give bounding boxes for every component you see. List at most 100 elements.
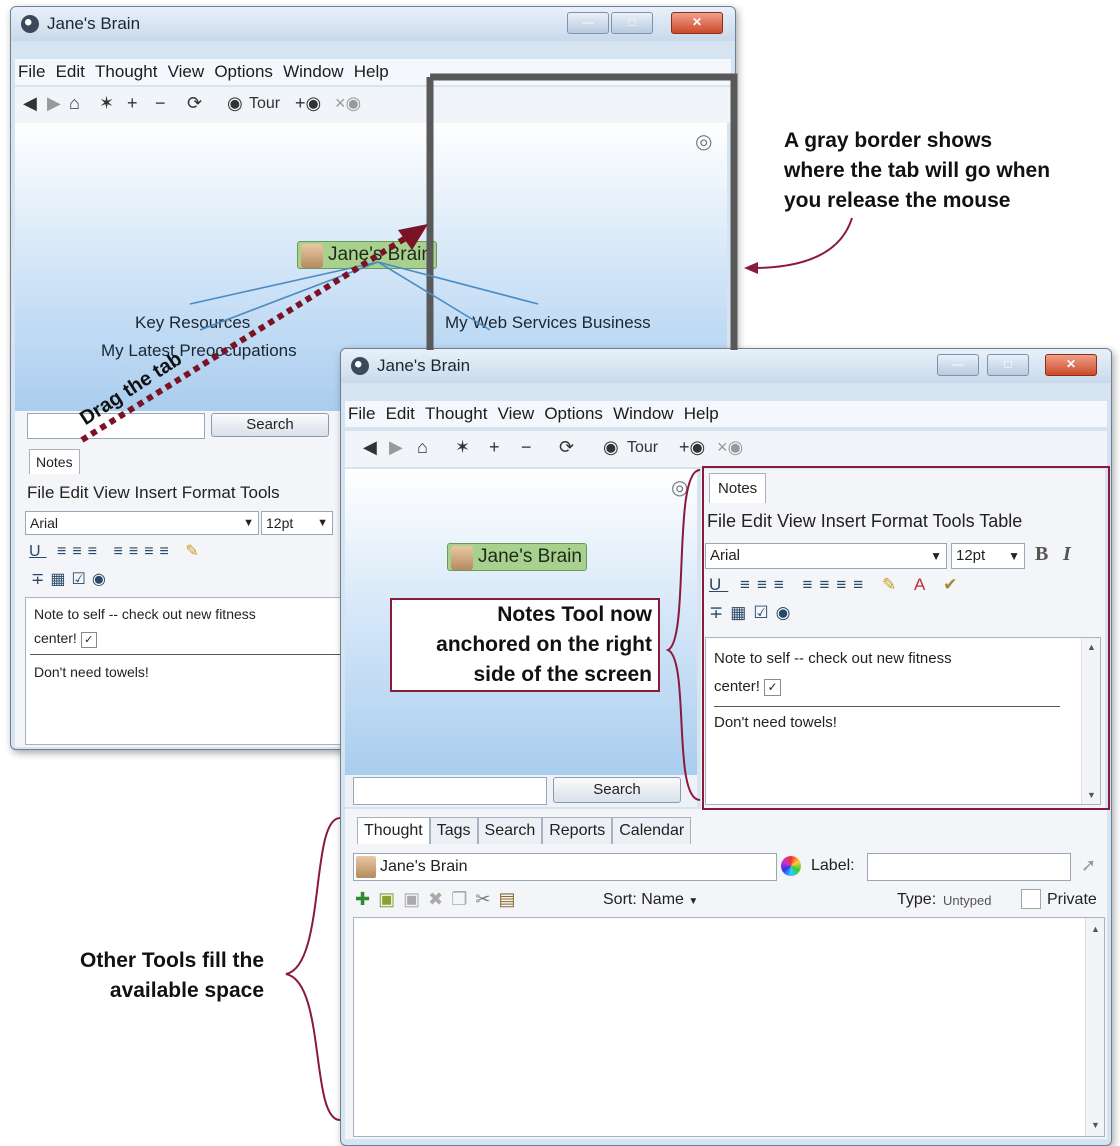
tab-reports[interactable]: Reports <box>542 817 613 844</box>
delete-icon[interactable]: ✖ <box>428 889 451 909</box>
tab-search[interactable]: Search <box>477 817 543 844</box>
tab-thought[interactable]: Thought <box>357 817 430 844</box>
plex-settings-icon[interactable]: ◎ <box>695 129 712 154</box>
back-search-button[interactable]: Search <box>211 413 329 437</box>
menu-view[interactable]: View <box>165 59 208 82</box>
tour-label[interactable]: Tour <box>627 439 658 457</box>
link-icon[interactable]: ▣ <box>403 889 428 909</box>
remove-icon[interactable]: − <box>521 437 532 458</box>
label-pin-icon[interactable]: ➚ <box>1081 855 1096 876</box>
close-button[interactable]: ✕ <box>671 12 723 34</box>
menu-help[interactable]: Help <box>351 59 392 82</box>
notes-menu-file[interactable]: File <box>27 483 54 502</box>
add-child-icon[interactable]: ✚ <box>355 889 378 909</box>
menu-edit[interactable]: Edit <box>383 401 418 424</box>
back-font-select[interactable]: Arial ▼ <box>25 511 259 535</box>
back-central-thought[interactable]: Jane's Brain <box>297 241 437 269</box>
menu-thought[interactable]: Thought <box>92 59 160 82</box>
notes-menu-tools[interactable]: Tools <box>240 483 280 502</box>
align-left-icon[interactable]: ≡ <box>57 543 72 560</box>
add-brain-icon[interactable]: +◉ <box>679 437 705 458</box>
refresh-icon[interactable]: ⟳ <box>559 437 574 458</box>
private-checkbox[interactable] <box>1021 889 1041 909</box>
back-search-input[interactable] <box>27 413 205 439</box>
highlight-icon[interactable]: ✎ <box>185 543 204 560</box>
number-list-icon[interactable]: ≡ <box>129 543 144 560</box>
type-value[interactable]: Untyped <box>943 893 991 908</box>
tour-icon[interactable]: ◉ <box>603 437 619 458</box>
notes-menu-insert[interactable]: Insert <box>134 483 177 502</box>
menu-file[interactable]: File <box>15 59 48 82</box>
notes-menu-edit[interactable]: Edit <box>59 483 88 502</box>
paste-icon[interactable]: ▤ <box>498 889 523 909</box>
notes-menu-format[interactable]: Format <box>182 483 236 502</box>
copy-icon[interactable]: ❐ <box>451 889 475 909</box>
menu-edit[interactable]: Edit <box>53 59 88 82</box>
network-icon[interactable]: ✶ <box>99 93 114 114</box>
maximize-button[interactable]: □ <box>987 354 1029 376</box>
forward-arrow-icon[interactable]: ▶ <box>47 93 61 114</box>
menu-view[interactable]: View <box>495 401 538 424</box>
sort-dropdown[interactable]: Sort: Name ▼ <box>603 891 698 909</box>
back-notes-tab[interactable]: Notes <box>29 449 80 474</box>
scroll-up-icon[interactable]: ▲ <box>1091 924 1100 934</box>
thought-notes-area[interactable]: ▲ ▼ <box>353 917 1105 1137</box>
underline-icon[interactable]: U <box>29 543 47 560</box>
back-size-select[interactable]: 12pt ▼ <box>261 511 333 535</box>
tab-calendar[interactable]: Calendar <box>612 817 692 844</box>
horizontal-rule-icon[interactable]: ∓ <box>31 571 50 588</box>
back-titlebar[interactable]: Jane's Brain — □ ✕ <box>11 7 735 41</box>
maximize-button[interactable]: □ <box>611 12 653 34</box>
table-icon[interactable]: ▦ <box>50 571 71 588</box>
add-icon[interactable]: + <box>127 93 138 114</box>
tour-icon[interactable]: ◉ <box>227 93 243 114</box>
menu-window[interactable]: Window <box>610 401 676 424</box>
add-icon[interactable]: + <box>489 437 500 458</box>
notes-menu-view[interactable]: View <box>93 483 130 502</box>
refresh-icon[interactable]: ⟳ <box>187 93 202 114</box>
checkbox-icon[interactable]: ☑ <box>72 571 92 588</box>
back-arrow-icon[interactable]: ◀ <box>23 93 37 114</box>
plex-settings-icon[interactable]: ◎ <box>671 475 688 500</box>
forward-arrow-icon[interactable]: ▶ <box>389 437 403 458</box>
back-notes-editor[interactable]: Note to self -- check out new fitness ce… <box>25 597 347 745</box>
minimize-button[interactable]: — <box>567 12 609 34</box>
front-search-button[interactable]: Search <box>553 777 681 803</box>
color-wheel-icon[interactable] <box>781 856 801 876</box>
menu-window[interactable]: Window <box>280 59 346 82</box>
menu-options[interactable]: Options <box>211 59 276 82</box>
close-brain-icon[interactable]: ×◉ <box>335 93 361 114</box>
back-arrow-icon[interactable]: ◀ <box>363 437 377 458</box>
scroll-down-icon[interactable]: ▼ <box>1091 1120 1100 1130</box>
menu-options[interactable]: Options <box>541 401 606 424</box>
tab-tags[interactable]: Tags <box>429 817 478 844</box>
home-icon[interactable]: ⌂ <box>417 437 428 458</box>
tour-label[interactable]: Tour <box>249 95 280 113</box>
front-central-thought[interactable]: Jane's Brain <box>447 543 587 571</box>
node-latest-preoccupations[interactable]: My Latest Preoccupations <box>101 341 297 361</box>
front-search-input[interactable] <box>353 777 547 805</box>
menu-thought[interactable]: Thought <box>422 401 490 424</box>
thought-name-field[interactable]: Jane's Brain <box>353 853 777 881</box>
indent-icon[interactable]: ≡ <box>160 543 175 560</box>
radio-icon[interactable]: ◉ <box>92 571 112 588</box>
checked-checkbox-icon[interactable]: ✓ <box>80 632 97 648</box>
home-icon[interactable]: ⌂ <box>69 93 80 114</box>
network-icon[interactable]: ✶ <box>455 437 470 458</box>
front-titlebar[interactable]: Jane's Brain — □ ✕ <box>341 349 1111 383</box>
cut-icon[interactable]: ✂ <box>475 889 498 909</box>
close-brain-icon[interactable]: ×◉ <box>717 437 743 458</box>
bullet-list-icon[interactable]: ≡ <box>114 543 129 560</box>
label-field[interactable] <box>867 853 1071 881</box>
menu-help[interactable]: Help <box>681 401 722 424</box>
node-web-services[interactable]: My Web Services Business <box>445 313 651 333</box>
remove-icon[interactable]: − <box>155 93 166 114</box>
minimize-button[interactable]: — <box>937 354 979 376</box>
node-key-resources[interactable]: Key Resources <box>135 313 250 333</box>
add-brain-icon[interactable]: +◉ <box>295 93 321 114</box>
add-folder-icon[interactable]: ▣ <box>378 889 403 909</box>
close-button[interactable]: ✕ <box>1045 354 1097 376</box>
thought-scrollbar[interactable]: ▲ ▼ <box>1085 918 1104 1136</box>
align-right-icon[interactable]: ≡ <box>88 543 103 560</box>
menu-file[interactable]: File <box>345 401 378 424</box>
